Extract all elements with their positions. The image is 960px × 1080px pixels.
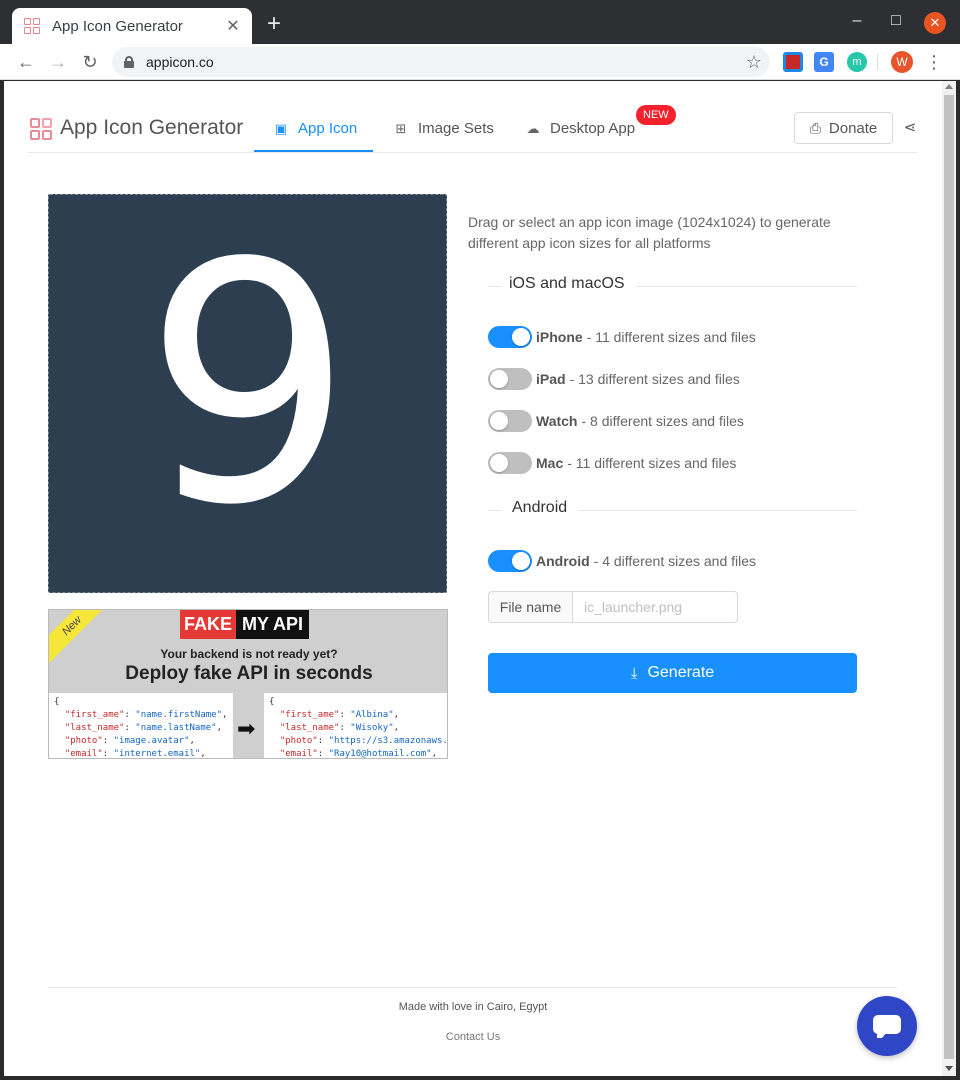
platform-detail: - 8 different sizes and files <box>581 413 744 429</box>
platform-detail: - 11 different sizes and files <box>586 329 756 345</box>
app-logo-icon[interactable] <box>30 118 52 140</box>
cloud-download-icon: ☁ <box>526 120 540 136</box>
download-icon: ⤓ <box>630 664 638 682</box>
icon-preview-glyph: 9 <box>143 194 354 577</box>
browser-tab[interactable]: App Icon Generator ✕ <box>12 8 252 44</box>
generate-label: Generate <box>647 664 715 681</box>
platform-name: iPhone <box>536 329 583 345</box>
generate-button[interactable]: ⤓ Generate <box>488 653 857 693</box>
ad-subtitle: Your backend is not ready yet? <box>160 647 338 661</box>
watch-toggle[interactable] <box>488 410 532 432</box>
ios-section-divider: iOS and macOS <box>488 275 857 297</box>
tab-close-icon[interactable]: ✕ <box>224 16 242 36</box>
platform-row-watch: Watch - 8 different sizes and files <box>488 410 744 432</box>
filename-label: File name <box>488 591 573 623</box>
browser-toolbar: ← → ↻ appicon.co ☆ G m W ⋮ <box>0 44 960 80</box>
active-tab-indicator <box>254 150 373 152</box>
footer-credit: Made with love in Cairo, Egypt <box>4 1001 942 1013</box>
platform-row-iphone: iPhone - 11 different sizes and files <box>488 326 756 348</box>
iphone-toggle[interactable] <box>488 326 532 348</box>
reload-icon[interactable]: ↻ <box>78 50 102 74</box>
bookmark-ext-icon[interactable] <box>783 52 803 72</box>
tab-image-sets[interactable]: ⊞ Image Sets <box>394 120 494 137</box>
tab-app-icon[interactable]: ▣ App Icon <box>274 120 357 137</box>
image-icon: ▣ <box>274 120 288 136</box>
grid-icon: ⊞ <box>395 120 407 136</box>
ad-headline: Deploy fake API in seconds <box>125 663 373 684</box>
google-translate-icon[interactable]: G <box>814 52 834 72</box>
platform-name: iPad <box>536 371 566 387</box>
mac-toggle[interactable] <box>488 452 532 474</box>
ad-logo: FAKE MY API <box>180 610 310 639</box>
maximize-button[interactable]: □ <box>886 12 906 30</box>
instructions-text: Drag or select an app icon image (1024x1… <box>468 214 831 251</box>
donate-label: Donate <box>828 119 878 137</box>
back-arrow-icon[interactable]: ← <box>14 50 38 74</box>
chat-bubble-icon <box>873 1015 901 1038</box>
close-window-button[interactable]: ✕ <box>924 12 946 34</box>
platform-name: Watch <box>536 413 578 429</box>
gift-icon: ⎙ <box>809 119 821 136</box>
android-toggle[interactable] <box>488 550 532 572</box>
forward-arrow-icon[interactable]: → <box>46 50 70 74</box>
page-scrollbar[interactable] <box>942 81 956 1076</box>
minimize-button[interactable]: – <box>847 12 867 30</box>
brand-title[interactable]: App Icon Generator <box>60 116 243 140</box>
bookmark-star-icon[interactable]: ☆ <box>746 52 762 73</box>
lock-icon[interactable] <box>124 56 134 68</box>
address-bar[interactable]: appicon.co ☆ <box>112 47 770 77</box>
ad-logo-api: MY API <box>236 610 310 639</box>
donate-button[interactable]: ⎙ Donate <box>794 112 893 144</box>
ad-logo-fake: FAKE <box>180 610 237 639</box>
profile-avatar[interactable]: W <box>891 51 913 73</box>
page-viewport: App Icon Generator ▣ App Icon ⊞ Image Se… <box>4 81 956 1076</box>
browser-titlebar: App Icon Generator ✕ + – □ ✕ <box>0 0 960 44</box>
android-section-title: Android <box>512 499 568 516</box>
fake-my-api-ad[interactable]: New FAKE MY API Your backend is not read… <box>48 609 448 759</box>
scroll-up-arrow-icon[interactable] <box>945 84 953 89</box>
platform-detail: - 11 different sizes and files <box>567 455 737 471</box>
platform-row-android: Android - 4 different sizes and files <box>488 550 756 572</box>
ipad-toggle[interactable] <box>488 368 532 390</box>
browser-menu-icon[interactable]: ⋮ <box>925 50 943 74</box>
right-arrow-icon: ➡ <box>237 716 256 741</box>
new-badge: NEW <box>636 105 676 125</box>
scroll-down-arrow-icon[interactable] <box>945 1066 953 1071</box>
platform-detail: - 13 different sizes and files <box>569 371 740 387</box>
tab-label: App Icon <box>298 120 358 137</box>
icon-dropzone[interactable]: 9 <box>48 194 447 593</box>
platform-row-ipad: iPad - 13 different sizes and files <box>488 368 740 390</box>
url-text[interactable]: appicon.co <box>146 54 746 70</box>
m-ext-icon[interactable]: m <box>847 52 867 72</box>
platform-row-mac: Mac - 11 different sizes and files <box>488 452 736 474</box>
android-section-divider: Android <box>488 499 857 521</box>
app-favicon-icon <box>24 18 40 34</box>
platform-name: Mac <box>536 455 564 471</box>
new-tab-button[interactable]: + <box>262 12 286 36</box>
tab-label: Image Sets <box>418 120 494 137</box>
footer-divider <box>48 987 897 988</box>
toolbar-divider <box>877 54 878 70</box>
filename-input[interactable] <box>573 591 738 623</box>
tab-title: App Icon Generator <box>52 17 183 35</box>
contact-us-link[interactable]: Contact Us <box>446 1031 500 1043</box>
share-icon[interactable]: ⋖ <box>902 118 918 136</box>
platform-name: Android <box>536 553 590 569</box>
footer-contact: Contact Us <box>4 1031 942 1043</box>
ad-code-sample-input: { "first_ame": "name.firstName", "last_n… <box>49 693 233 758</box>
footer-credit-text: Made with love in Cairo, Egypt <box>398 1001 548 1013</box>
tab-label: Desktop App <box>550 120 636 137</box>
tab-desktop-app[interactable]: ☁ Desktop App <box>526 120 636 137</box>
app-header: App Icon Generator ▣ App Icon ⊞ Image Se… <box>28 81 917 153</box>
scrollbar-thumb[interactable] <box>944 95 954 1059</box>
filename-field-group: File name <box>488 591 738 623</box>
ad-code-sample-output: { "first_ame": "Albina", "last_name": "W… <box>264 693 447 758</box>
chat-widget-button[interactable] <box>857 996 917 1056</box>
platform-detail: - 4 different sizes and files <box>593 553 757 569</box>
ios-section-title: iOS and macOS <box>509 275 625 292</box>
